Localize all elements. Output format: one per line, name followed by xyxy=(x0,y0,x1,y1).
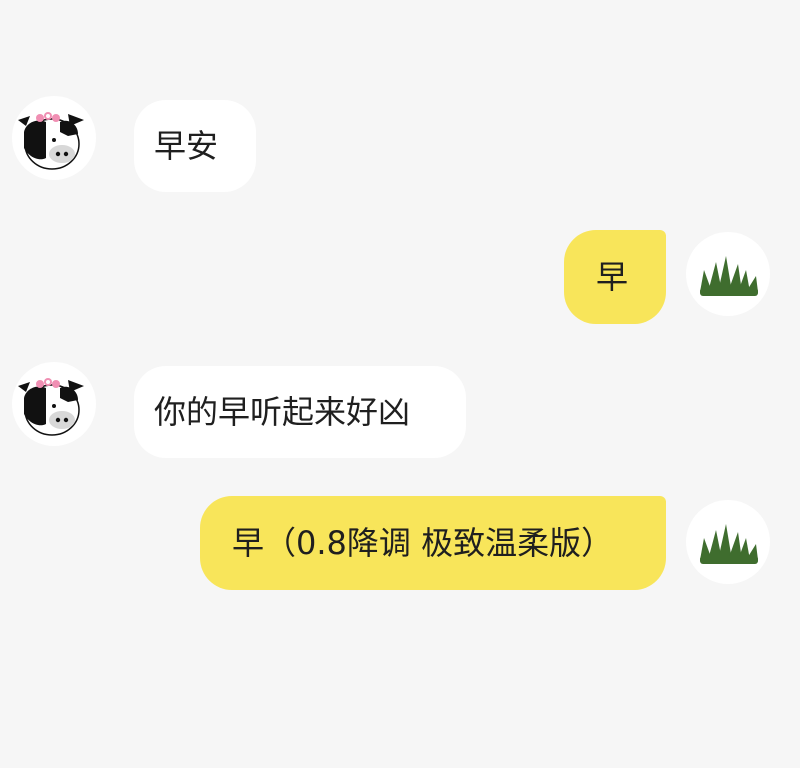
message-text: 你的早听起来好凶 xyxy=(154,393,411,431)
grass-avatar[interactable] xyxy=(686,232,770,316)
grass-avatar[interactable] xyxy=(686,500,770,584)
chat-thread: 早安 早 你的早听起来好凶 早（0.8降调 极致温柔版） xyxy=(0,0,800,768)
cow-avatar[interactable] xyxy=(12,362,96,446)
message-bubble-outgoing[interactable]: 早 xyxy=(564,230,666,324)
message-text: 早（0.8降调 极致温柔版） xyxy=(232,524,614,562)
message-bubble-incoming[interactable]: 早安 xyxy=(134,100,256,192)
message-text: 早 xyxy=(596,258,629,296)
cow-avatar[interactable] xyxy=(12,96,96,180)
grass-icon xyxy=(700,256,758,296)
cow-face-icon xyxy=(18,112,84,170)
message-text: 早安 xyxy=(154,127,219,165)
grass-icon xyxy=(700,524,758,564)
cow-face-icon xyxy=(18,378,84,436)
message-bubble-incoming[interactable]: 你的早听起来好凶 xyxy=(134,366,466,458)
message-bubble-outgoing[interactable]: 早（0.8降调 极致温柔版） xyxy=(200,496,666,590)
